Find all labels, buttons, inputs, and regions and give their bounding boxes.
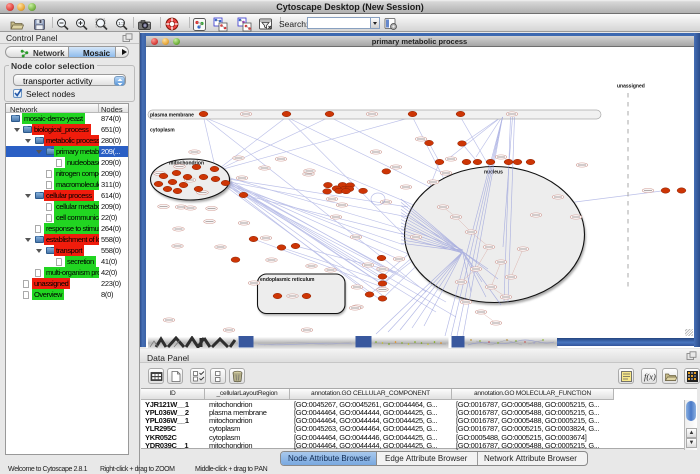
svg-text:endoplasmic reticulum: endoplasmic reticulum [260,277,315,283]
svg-text:1:1: 1:1 [118,21,125,26]
svg-text:plasma membrane: plasma membrane [150,113,194,119]
svg-text:cytoplasm: cytoplasm [150,128,175,134]
svg-text:f(x): f(x) [644,371,656,381]
svg-text:nucleus: nucleus [484,170,503,176]
svg-text:unassigned: unassigned [617,84,645,90]
